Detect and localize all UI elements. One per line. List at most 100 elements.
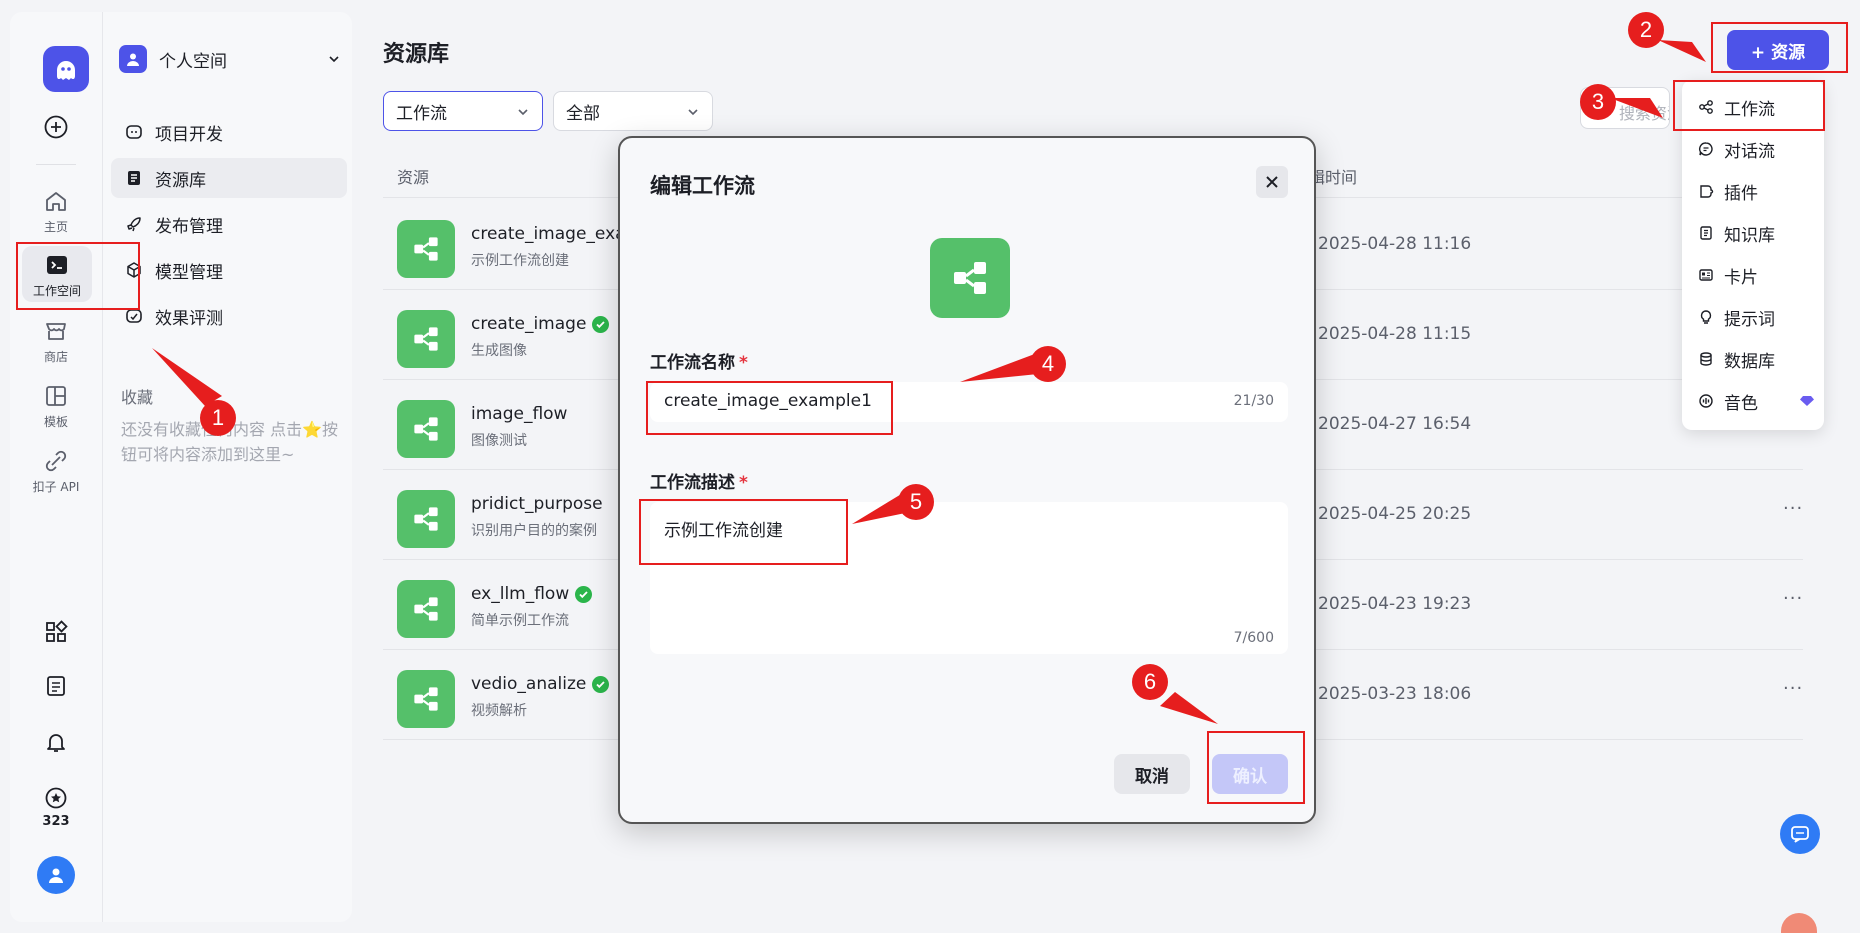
rail-home[interactable]: 主页	[18, 188, 94, 236]
nav-project-dev[interactable]: 项目开发	[111, 112, 347, 152]
resource-name-text: vedio_analize	[471, 674, 587, 694]
coze-logo[interactable]	[43, 46, 89, 92]
close-icon	[1266, 176, 1278, 188]
menu-item-plugin[interactable]: 插件	[1688, 172, 1818, 210]
store-icon	[46, 323, 66, 340]
workflow-icon	[414, 597, 438, 621]
chevron-down-icon	[329, 56, 339, 63]
resource-name-text: pridict_purpose	[471, 494, 603, 514]
resource-desc: 识别用户目的的案例	[471, 523, 597, 539]
dialog-title: 编辑工作流	[650, 174, 755, 198]
chevron-down-icon	[688, 109, 698, 116]
rail-api[interactable]: 扣子 API	[18, 448, 94, 496]
bell-icon[interactable]	[44, 730, 68, 754]
annotation-badge-3: 3	[1580, 84, 1616, 120]
favorites-title: 收藏	[121, 388, 154, 407]
nav-publish[interactable]: 发布管理	[111, 204, 347, 244]
menu-item-card-label: 卡片	[1724, 267, 1758, 288]
nav-models-label: 模型管理	[155, 262, 223, 283]
user-avatar[interactable]	[37, 856, 75, 894]
nav-evaluation[interactable]: 效果评测	[111, 296, 347, 336]
resource-name-text: ex_llm_flow	[471, 584, 570, 604]
desc-char-counter: 7/600	[1233, 630, 1274, 646]
resource-desc: 示例工作流创建	[471, 253, 569, 269]
rail-api-label: 扣子 API	[32, 480, 80, 494]
annotation-box-confirm	[1207, 731, 1305, 804]
annotation-badge-5: 5	[898, 484, 934, 520]
cancel-button[interactable]: 取消	[1114, 754, 1190, 794]
resource-desc: 生成图像	[471, 343, 527, 359]
published-check-icon	[592, 675, 610, 693]
workflow-icon	[414, 687, 438, 711]
workspace-sidebar: 个人空间 项目开发 资源库 发布管理 模型管理 效果评测 收藏 还没有收藏任何内…	[102, 12, 352, 922]
add-resource-menu: 工作流 对话流 插件 知识库 卡片 提示词 数据库 音色	[1682, 80, 1824, 430]
published-check-icon	[592, 315, 610, 333]
more-actions-button[interactable]: ···	[1783, 588, 1803, 609]
points-badge[interactable]: 323	[30, 786, 82, 829]
annotation-box-workspace	[16, 242, 140, 310]
resource-name-text: create_image	[471, 314, 587, 334]
menu-item-database[interactable]: 数据库	[1688, 340, 1818, 378]
rail-store[interactable]: 商店	[18, 318, 94, 366]
rail-home-label: 主页	[43, 220, 68, 234]
edit-workflow-dialog: 编辑工作流 工作流名称 * create_image_example1 21/30…	[618, 136, 1316, 824]
workflow-thumb	[397, 490, 455, 548]
workflow-avatar[interactable]	[930, 238, 1010, 318]
desc-field-label: 工作流描述 *	[650, 468, 748, 493]
col-resource: 资源	[397, 168, 430, 187]
prompt-icon	[1700, 310, 1712, 324]
annotation-box-desc	[639, 499, 848, 565]
rail-template[interactable]: 模板	[18, 383, 94, 431]
nav-library[interactable]: 资源库	[111, 158, 347, 198]
annotation-box-workflow-menu	[1673, 80, 1825, 131]
feedback-chat-button[interactable]	[1780, 814, 1820, 854]
more-actions-button[interactable]: ···	[1783, 498, 1803, 519]
chatflow-icon	[1699, 142, 1713, 156]
rail-store-label: 商店	[43, 350, 68, 364]
apps-grid-icon[interactable]	[44, 620, 68, 644]
menu-item-chatflow[interactable]: 对话流	[1688, 130, 1818, 168]
resource-edit-time: 2025-04-28 11:16	[1318, 234, 1472, 254]
workflow-icon	[414, 237, 438, 261]
resource-name-text: image_flow	[471, 404, 568, 424]
annotation-badge-6: 6	[1132, 664, 1168, 700]
space-name: 个人空间	[159, 51, 227, 72]
menu-item-card[interactable]: 卡片	[1688, 256, 1818, 294]
menu-item-knowledge-label: 知识库	[1724, 225, 1775, 246]
workflow-icon	[414, 507, 438, 531]
annotation-box-add	[1711, 22, 1848, 73]
nav-library-label: 资源库	[155, 170, 206, 191]
annotation-badge-2: 2	[1628, 12, 1664, 48]
card-icon	[1699, 269, 1713, 281]
menu-item-voice[interactable]: 音色	[1688, 382, 1818, 420]
nav-models[interactable]: 模型管理	[111, 250, 347, 290]
more-actions-button[interactable]: ···	[1783, 678, 1803, 699]
resource-edit-time: 2025-04-23 19:23	[1318, 594, 1472, 614]
points-count: 323	[42, 814, 70, 829]
create-plus-icon[interactable]	[43, 114, 69, 140]
menu-item-prompt[interactable]: 提示词	[1688, 298, 1818, 336]
resource-name: image_flow	[471, 404, 567, 424]
resource-desc: 视频解析	[471, 703, 527, 719]
resource-name: ex_llm_flow	[471, 584, 593, 604]
menu-item-knowledge[interactable]: 知识库	[1688, 214, 1818, 252]
space-avatar	[119, 45, 147, 73]
space-switcher[interactable]: 个人空间	[119, 42, 341, 76]
database-icon	[1700, 352, 1712, 366]
name-field-label: 工作流名称 *	[650, 348, 748, 373]
assistant-mascot[interactable]	[1781, 913, 1817, 933]
resource-desc: 简单示例工作流	[471, 613, 569, 629]
type-filter-select[interactable]: 工作流	[383, 91, 543, 131]
project-icon	[126, 125, 142, 139]
nav-project-dev-label: 项目开发	[155, 124, 223, 145]
knowledge-icon	[1700, 226, 1712, 240]
library-icon	[128, 171, 140, 185]
docs-icon[interactable]	[44, 674, 68, 698]
scope-filter-select[interactable]: 全部	[553, 91, 713, 131]
template-icon	[46, 386, 66, 406]
menu-item-prompt-label: 提示词	[1724, 309, 1775, 330]
close-button[interactable]	[1256, 166, 1288, 198]
nav-publish-label: 发布管理	[155, 216, 223, 237]
workflow-icon	[414, 327, 438, 351]
name-char-counter: 21/30	[1233, 393, 1274, 409]
